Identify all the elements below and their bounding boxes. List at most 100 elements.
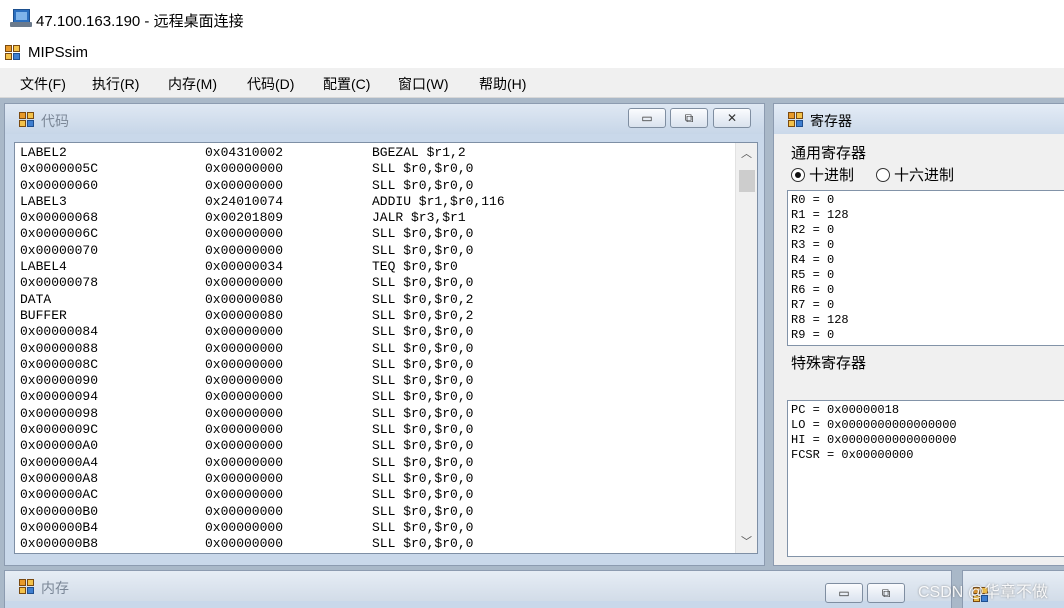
registers-window-title-bar[interactable]: 寄存器 xyxy=(774,104,1064,134)
code-asm: SLL $r0,$r0,0 xyxy=(372,503,474,519)
mipssim-app-icon xyxy=(5,45,21,61)
code-label: LABEL2 xyxy=(20,145,67,160)
code-row[interactable]: 0x000000AC 0x00000000 SLL $r0,$r0,0 xyxy=(20,487,730,503)
close-button[interactable]: ✕ xyxy=(713,108,751,128)
code-scrollbar[interactable]: ︿ ﹀ xyxy=(735,143,757,553)
code-row[interactable]: LABEL4 0x00000034 TEQ $r0,$r0 xyxy=(20,259,730,275)
code-row[interactable]: 0x000000A8 0x00000000 SLL $r0,$r0,0 xyxy=(20,471,730,487)
code-asm: SLL $r0,$r0,0 xyxy=(372,454,474,470)
code-hex: 0x00000080 xyxy=(205,307,284,323)
code-row[interactable]: 0x000000A4 0x00000000 SLL $r0,$r0,0 xyxy=(20,455,730,471)
code-window-icon xyxy=(19,112,35,128)
code-hex: 0x24010074 xyxy=(205,193,284,209)
restore-icon: ⧉ xyxy=(881,586,891,600)
code-row[interactable]: 0x00000068 0x00201809 JALR $r3,$r1 xyxy=(20,210,730,226)
code-hex: 0x00000000 xyxy=(205,340,284,356)
minimize-button[interactable]: ▭ xyxy=(628,108,666,128)
code-listing[interactable]: LABEL2 0x04310002 BGEZAL $r1,2 0x0000005C 0x… xyxy=(14,142,758,554)
menu-help[interactable]: 帮助(H) xyxy=(479,74,526,94)
menu-file[interactable]: 文件(F) xyxy=(20,74,66,94)
memory-restore-button[interactable]: ⧉ xyxy=(867,583,905,603)
code-hex: 0x00000000 xyxy=(205,389,284,405)
special-registers-list[interactable]: PC = 0x00000018 LO = 0x0000000000000000 HI… xyxy=(787,400,1064,557)
code-hex: 0x00000000 xyxy=(205,226,284,242)
code-label: DATA xyxy=(20,291,52,307)
code-asm: SLL $r0,$r0,0 xyxy=(372,324,474,340)
registers-window-icon xyxy=(788,112,804,128)
registers-window-title: 寄存器 xyxy=(810,113,852,129)
memory-minimize-button[interactable]: ▭ xyxy=(825,583,863,603)
code-row[interactable]: 0x00000084 0x00000000 SLL $r0,$r0,0 xyxy=(20,324,730,340)
restore-button[interactable]: ⧉ xyxy=(670,108,708,128)
code-hex: 0x00000000 xyxy=(205,242,284,258)
memory-window-title-bar[interactable]: 内存 ▭ ⧉ xyxy=(5,571,951,603)
code-hex: 0x00000080 xyxy=(205,291,284,307)
app-title: MIPSsim xyxy=(28,44,88,61)
radio-decimal-dot xyxy=(791,168,805,182)
code-label: 0x0000005C xyxy=(20,161,99,177)
code-row[interactable]: DATA 0x00000080 SLL $r0,$r0,2 xyxy=(20,292,730,308)
code-row[interactable]: 0x00000098 0x00000000 SLL $r0,$r0,0 xyxy=(20,406,730,422)
code-row[interactable]: 0x000000B8 0x00000000 SLL $r0,$r0,0 xyxy=(20,536,730,552)
code-hex: 0x00000000 xyxy=(205,454,284,470)
code-label: 0x0000009C xyxy=(20,422,99,438)
register-line: R1 = 128 xyxy=(791,208,849,222)
scroll-down-icon[interactable]: ﹀ xyxy=(736,533,757,551)
code-label: 0x000000A0 xyxy=(20,438,99,454)
register-line: R4 = 0 xyxy=(791,253,835,267)
code-label: LABEL4 xyxy=(20,259,67,275)
code-row[interactable]: 0x000000B4 0x00000000 SLL $r0,$r0,0 xyxy=(20,520,730,536)
code-hex: 0x00201809 xyxy=(205,210,284,226)
code-row[interactable]: 0x0000005C 0x00000000 SLL $r0,$r0,0 xyxy=(20,161,730,177)
menu-memory[interactable]: 内存(M) xyxy=(168,74,217,94)
code-asm: SLL $r0,$r0,0 xyxy=(372,536,474,552)
radio-hex[interactable]: 十六进制 xyxy=(876,164,954,185)
code-window-title-bar[interactable]: 代码 ▭ ⧉ ✕ xyxy=(5,104,764,134)
code-row[interactable]: 0x00000060 0x00000000 SLL $r0,$r0,0 xyxy=(20,178,730,194)
code-window: 代码 ▭ ⧉ ✕ LABEL2 0x04310002 BGEZAL $r1,2 0x0… xyxy=(4,103,765,566)
code-hex: 0x00000000 xyxy=(205,422,284,438)
code-label: 0x000000AC xyxy=(20,487,99,503)
code-label: 0x00000084 xyxy=(20,324,99,340)
general-registers-list[interactable]: R0 = 0 R1 = 128 R2 = 0 R3 = 0 R4 = 0 R5 = 0 R6… xyxy=(787,190,1064,346)
scroll-up-icon[interactable]: ︿ xyxy=(736,145,757,163)
scroll-thumb[interactable] xyxy=(739,170,755,192)
code-row[interactable]: 0x00000070 0x00000000 SLL $r0,$r0,0 xyxy=(20,243,730,259)
code-row[interactable]: 0x00000088 0x00000000 SLL $r0,$r0,0 xyxy=(20,341,730,357)
menu-window[interactable]: 窗口(W) xyxy=(398,74,449,94)
code-row[interactable]: LABEL3 0x24010074 ADDIU $r1,$r0,116 xyxy=(20,194,730,210)
code-label: 0x000000A8 xyxy=(20,470,99,486)
code-asm: SLL $r0,$r0,0 xyxy=(372,242,474,258)
code-row[interactable]: 0x00000090 0x00000000 SLL $r0,$r0,0 xyxy=(20,373,730,389)
code-row[interactable]: 0x000000A0 0x00000000 SLL $r0,$r0,0 xyxy=(20,438,730,454)
remote-desktop-icon xyxy=(10,9,32,29)
code-row[interactable]: 0x0000008C 0x00000000 SLL $r0,$r0,0 xyxy=(20,357,730,373)
code-row[interactable]: LABEL2 0x04310002 BGEZAL $r1,2 xyxy=(20,145,730,161)
code-label: BUFFER xyxy=(20,307,67,323)
registers-window: 寄存器 通用寄存器 十进制 十六进制 R0 = 0 R1 = 128 R2 = 0R… xyxy=(773,103,1064,566)
code-row[interactable]: BUFFER 0x00000080 SLL $r0,$r0,2 xyxy=(20,308,730,324)
code-row[interactable]: 0x0000009C 0x00000000 SLL $r0,$r0,0 xyxy=(20,422,730,438)
radio-hex-dot xyxy=(876,168,890,182)
code-asm: SLL $r0,$r0,2 xyxy=(372,307,474,323)
code-asm: SLL $r0,$r0,0 xyxy=(372,373,474,389)
code-row[interactable]: 0x00000094 0x00000000 SLL $r0,$r0,0 xyxy=(20,389,730,405)
code-row[interactable]: 0x000000B0 0x00000000 SLL $r0,$r0,0 xyxy=(20,504,730,520)
radio-hex-label: 十六进制 xyxy=(894,167,955,184)
radio-decimal[interactable]: 十进制 xyxy=(791,164,854,185)
special-registers-label: 特殊寄存器 xyxy=(791,355,867,372)
code-hex: 0x00000000 xyxy=(205,438,284,454)
menu-run[interactable]: 执行(R) xyxy=(92,74,139,94)
code-hex: 0x00000000 xyxy=(205,177,284,193)
code-label: 0x00000088 xyxy=(20,340,99,356)
code-asm: SLL $r0,$r0,0 xyxy=(372,519,474,535)
code-asm: SLL $r0,$r0,0 xyxy=(372,275,474,291)
menu-code[interactable]: 代码(D) xyxy=(247,74,294,94)
code-asm: SLL $r0,$r0,0 xyxy=(372,487,474,503)
code-row[interactable]: 0x0000006C 0x00000000 SLL $r0,$r0,0 xyxy=(20,226,730,242)
menu-config[interactable]: 配置(C) xyxy=(323,74,370,94)
code-hex: 0x00000034 xyxy=(205,259,284,275)
code-hex: 0x00000000 xyxy=(205,324,284,340)
code-row[interactable]: 0x00000078 0x00000000 SLL $r0,$r0,0 xyxy=(20,275,730,291)
code-label: 0x00000094 xyxy=(20,389,99,405)
